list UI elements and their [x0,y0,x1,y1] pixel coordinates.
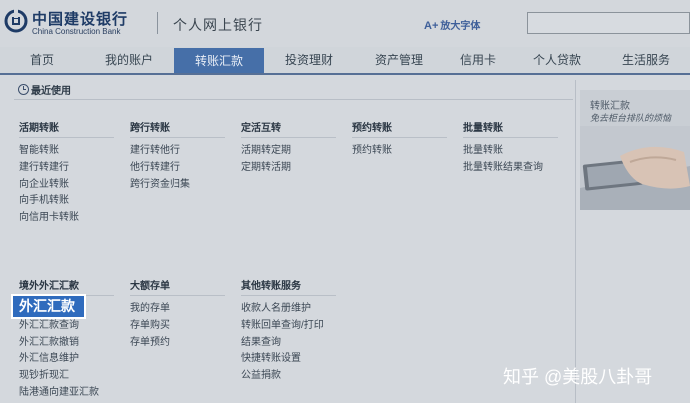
column-rule [130,295,225,296]
menu-column-other-services: 其他转账服务 收款人名册维护 转账回单查询/打印 结果查询 快捷转账设置 公益捐… [241,277,336,385]
recent-divider [14,99,573,100]
menu-link[interactable]: 跨行资金归集 [130,177,225,194]
panel-divider [575,80,576,403]
column-rule [352,137,447,138]
menu-link[interactable]: 他行转建行 [130,160,225,177]
column-title: 境外外汇汇款 [19,281,79,292]
menu-link[interactable]: 智能转账 [19,143,114,160]
menu-column-interbank-transfer: 跨行转账 建行转他行 他行转建行 跨行资金归集 [130,119,225,193]
bank-name-en: China Construction Bank [32,27,121,36]
nav-item-transfer[interactable]: 转账汇款 [174,48,264,73]
bank-name: 中国建设银行 [32,11,129,28]
menu-column-current-transfer: 活期转账 智能转账 建行转建行 向企业转账 向手机转账 向信用卡转账 [19,119,114,227]
promo-subtitle: 免去柜台排队的烦恼 [590,113,672,123]
nav-item-my-account[interactable]: 我的账户 [84,47,174,73]
menu-link[interactable]: 建行转建行 [19,160,114,177]
menu-link[interactable]: 外汇汇款查询 [19,318,114,335]
menu-link[interactable]: 预约转账 [352,143,447,160]
menu-link[interactable]: 公益捐款 [241,368,336,385]
menu-column-fixed-current: 定活互转 活期转定期 定期转活期 [241,119,336,177]
enlarge-font-button[interactable]: A+ 放大字体 [424,17,480,32]
menu-link[interactable]: 现钞折现汇 [19,368,114,385]
menu-link[interactable]: 向手机转账 [19,193,114,210]
menu-link[interactable]: 收款人名册维护 [241,301,336,318]
menu-link[interactable]: 我的存单 [130,301,225,318]
column-title: 其他转账服务 [241,281,301,292]
menu-link[interactable]: 批量转账结果查询 [463,160,558,177]
column-title: 跨行转账 [130,123,170,134]
main-nav: 首页 我的账户 转账汇款 投资理财 资产管理 信用卡 个人贷款 生活服务 [0,47,690,75]
nav-item-asset-management[interactable]: 资产管理 [354,47,444,73]
foreign-remittance-highlighted-link[interactable]: 外汇汇款 [11,294,86,319]
menu-column-scheduled-transfer: 预约转账 预约转账 [352,119,447,160]
menu-link[interactable]: 向企业转账 [19,177,114,194]
nav-item-home[interactable]: 首页 [0,47,84,73]
menu-column-batch-transfer: 批量转账 批量转账 批量转账结果查询 [463,119,558,177]
column-rule [241,295,336,296]
menu-link[interactable]: 建行转他行 [130,143,225,160]
header-divider [157,12,158,34]
promo-banner[interactable]: 转账汇款 免去柜台排队的烦恼 [580,90,690,210]
column-rule [130,137,225,138]
column-title: 批量转账 [463,123,503,134]
column-title: 定活互转 [241,123,281,134]
nav-item-personal-loan[interactable]: 个人贷款 [512,47,602,73]
menu-link[interactable]: 存单预约 [130,335,225,352]
menu-column-large-deposit: 大额存单 我的存单 存单购买 存单预约 [130,277,225,351]
recent-used-label: 最近使用 [31,86,71,97]
menu-link[interactable]: 结果查询 [241,335,336,352]
menu-link[interactable]: 存单购买 [130,318,225,335]
menu-link[interactable]: 向信用卡转账 [19,210,114,227]
nav-item-credit-card[interactable]: 信用卡 [444,47,512,73]
menu-link[interactable]: 快捷转账设置 [241,351,336,368]
menu-link[interactable]: 外汇汇款撤销 [19,335,114,352]
recent-used[interactable]: 最近使用 [18,82,71,97]
promo-title: 转账汇款 [590,101,630,112]
column-title: 大额存单 [130,281,170,292]
column-rule [463,137,558,138]
column-title: 预约转账 [352,123,392,134]
menu-link[interactable]: 活期转定期 [241,143,336,160]
enlarge-font-label: 放大字体 [440,21,481,32]
search-input[interactable] [527,12,690,34]
site-name: 个人网上银行 [173,17,263,33]
nav-item-investment[interactable]: 投资理财 [264,47,354,73]
phone-in-hand-illustration [580,126,690,210]
menu-link[interactable]: 外汇信息维护 [19,351,114,368]
nav-item-life-services[interactable]: 生活服务 [602,47,690,73]
clock-icon [18,84,29,95]
menu-link[interactable]: 批量转账 [463,143,558,160]
menu-link[interactable]: 定期转活期 [241,160,336,177]
column-rule [241,137,336,138]
column-title: 活期转账 [19,123,59,134]
column-rule [19,137,114,138]
font-size-icon: A+ [424,20,439,32]
ccb-logo-icon [4,9,28,33]
header: 中国建设银行 China Construction Bank 个人网上银行 A+… [0,0,690,46]
menu-link[interactable]: 转账回单查询/打印 [241,318,336,335]
watermark: 知乎 @美股八卦哥 [503,367,653,387]
menu-link[interactable]: 陆港通向建亚汇款 [19,385,114,402]
